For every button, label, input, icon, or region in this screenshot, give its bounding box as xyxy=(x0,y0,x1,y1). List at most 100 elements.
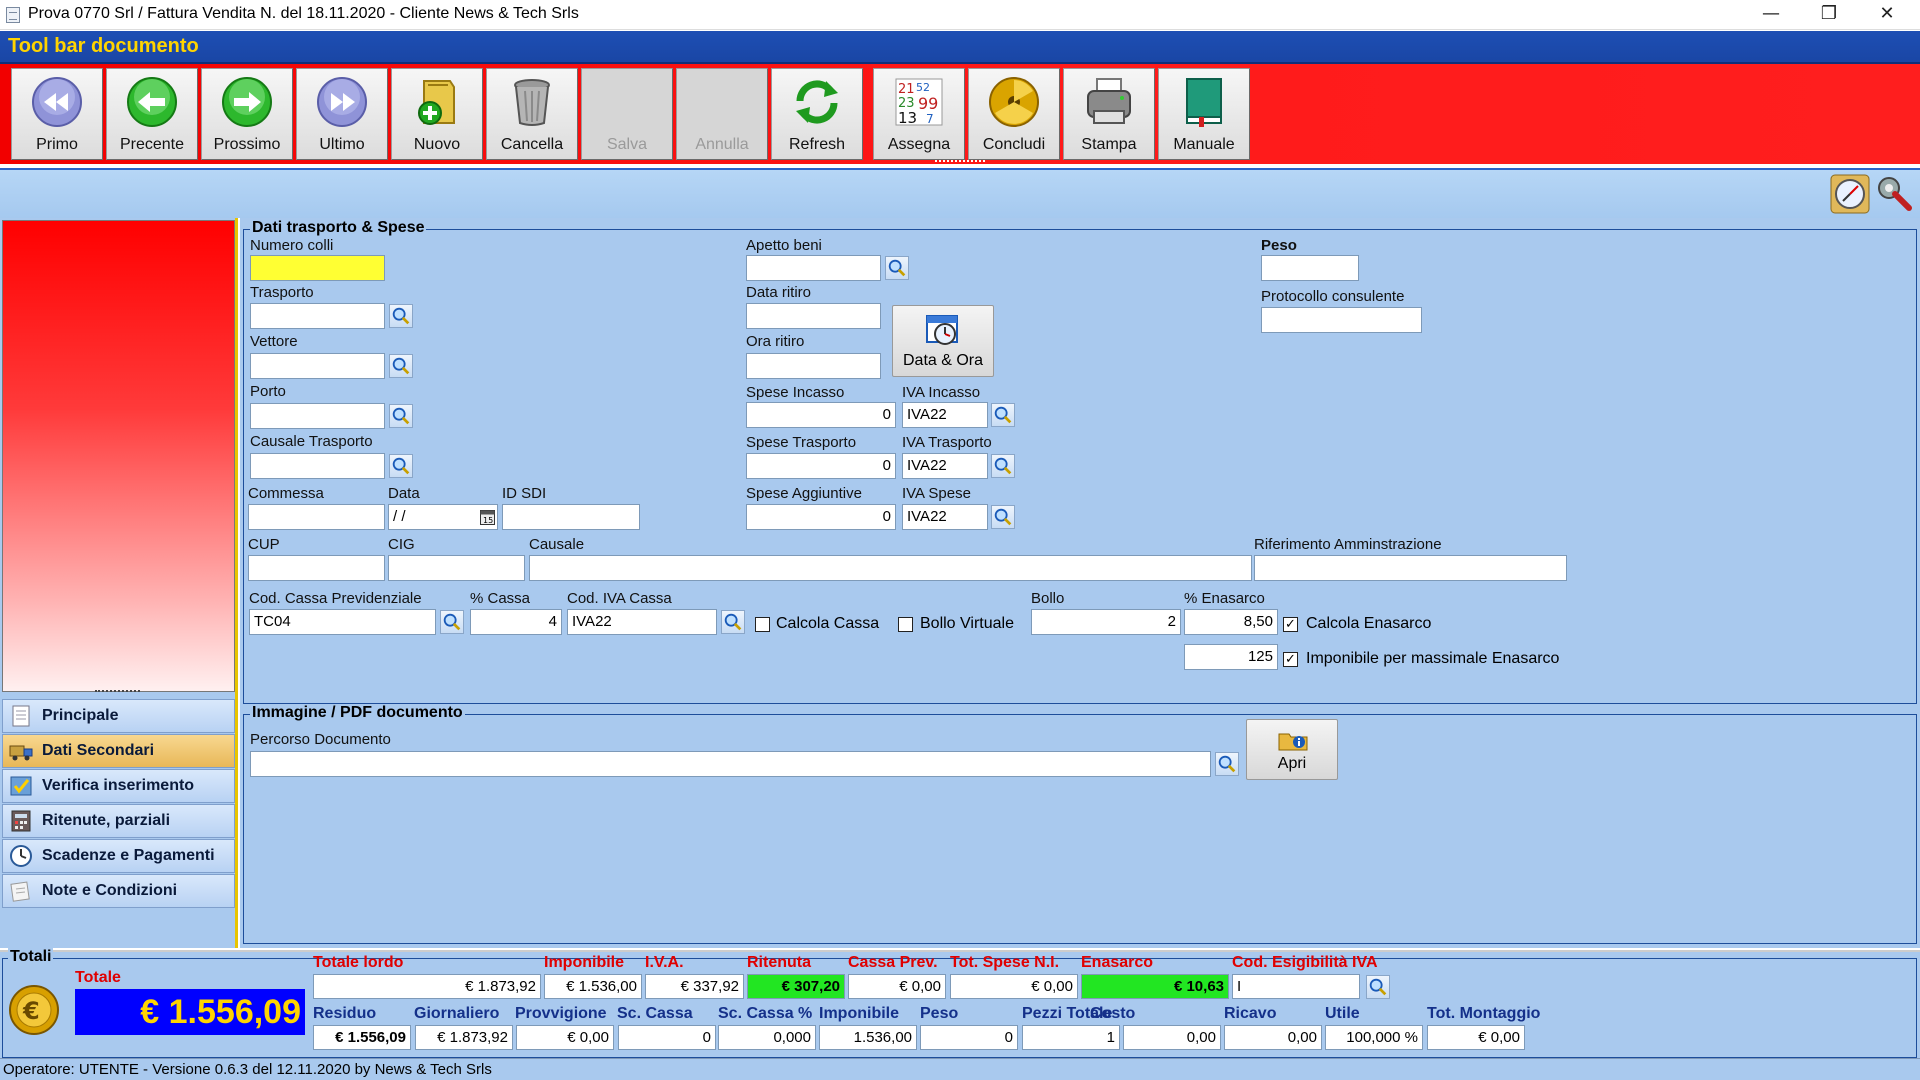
salva-button[interactable]: Salva xyxy=(581,68,673,160)
totals-value: € 0,00 xyxy=(848,974,946,999)
nav-item-note-condizioni[interactable]: Note e Condizioni xyxy=(2,874,235,908)
spese-trasporto-input[interactable]: 0 xyxy=(746,453,896,479)
assegna-button[interactable]: 21 52 23 99 13 7 Assegna xyxy=(873,68,965,160)
trasporto-search-icon[interactable] xyxy=(389,304,413,328)
nav-item-dati-secondari[interactable]: Dati Secondari xyxy=(2,734,235,768)
secondary-bar xyxy=(0,168,1920,218)
nav-item-principale[interactable]: Principale xyxy=(2,699,235,733)
toolbar-grip[interactable] xyxy=(935,160,985,166)
massimale-enasarco-input[interactable]: 125 xyxy=(1184,644,1278,670)
cod-iva-cassa-search-icon[interactable] xyxy=(721,610,745,634)
iva-spese-input[interactable]: IVA22 xyxy=(902,504,988,530)
apri-button[interactable]: Apri xyxy=(1246,719,1338,780)
trasporto-input[interactable] xyxy=(250,303,385,329)
totals-label: Giornaliero xyxy=(414,1005,500,1022)
causale-label: Causale xyxy=(529,536,585,553)
totals-label: Totale lordo xyxy=(313,954,404,971)
folder-info-icon xyxy=(1278,733,1308,751)
maximize-button[interactable]: ❐ xyxy=(1800,0,1858,30)
totals-label: Sc. Cassa % xyxy=(718,1005,813,1022)
causale-input[interactable] xyxy=(529,555,1252,581)
concludi-button[interactable]: Concludi xyxy=(968,68,1060,160)
perc-cassa-input[interactable]: 4 xyxy=(470,609,562,635)
iva-spese-search-icon[interactable] xyxy=(991,505,1015,529)
wrench-icon[interactable] xyxy=(1875,174,1915,214)
totals-label: Utile xyxy=(1325,1005,1360,1022)
causale-trasporto-input[interactable] xyxy=(250,453,385,479)
totals-value: € 337,92 xyxy=(645,974,744,999)
spese-incasso-input[interactable]: 0 xyxy=(746,402,896,428)
calcola-cassa-checkbox[interactable] xyxy=(755,617,770,632)
totals-label: Sc. Cassa xyxy=(617,1005,693,1022)
numero-colli-input[interactable] xyxy=(250,255,385,281)
annulla-button[interactable]: Annulla xyxy=(676,68,768,160)
prossimo-label: Prossimo xyxy=(213,136,281,153)
totals-value: 0 xyxy=(618,1025,716,1050)
data-ora-button[interactable]: Data & Ora xyxy=(892,305,994,377)
ora-ritiro-input[interactable] xyxy=(746,353,881,379)
conclude-icon xyxy=(989,77,1039,127)
apetto-beni-input[interactable] xyxy=(746,255,881,281)
nav-label: Dati Secondari xyxy=(42,742,155,759)
imponibile-massimale-checkbox[interactable]: ✓ xyxy=(1283,652,1298,667)
bollo-virtuale-checkbox[interactable] xyxy=(898,617,913,632)
cod-iva-cassa-input[interactable]: IVA22 xyxy=(567,609,717,635)
refresh-button[interactable]: Refresh xyxy=(771,68,863,160)
iva-trasporto-input[interactable]: IVA22 xyxy=(902,453,988,479)
esigibilita-search-icon[interactable] xyxy=(1366,975,1390,999)
close-button[interactable]: ✕ xyxy=(1858,0,1916,30)
totals-value[interactable]: I xyxy=(1232,974,1360,999)
compass-icon[interactable] xyxy=(1830,174,1870,214)
vettore-input[interactable] xyxy=(250,353,385,379)
numbers-icon: 21 5223 9913 7 xyxy=(895,78,943,127)
calendar-icon[interactable]: 15 xyxy=(480,510,495,525)
precente-button[interactable]: Precente xyxy=(106,68,198,160)
iva-trasporto-search-icon[interactable] xyxy=(991,454,1015,478)
porto-input[interactable] xyxy=(250,403,385,429)
cancella-button[interactable]: Cancella xyxy=(486,68,578,160)
nav-item-ritenute-parziali[interactable]: Ritenute, parziali xyxy=(2,804,235,838)
nuovo-button[interactable]: Nuovo xyxy=(391,68,483,160)
minimize-button[interactable]: — xyxy=(1742,0,1800,30)
transport-group-title: Dati trasporto & Spese xyxy=(250,219,427,237)
rif-amm-input[interactable] xyxy=(1254,555,1567,581)
iva-incasso-search-icon[interactable] xyxy=(991,403,1015,427)
nav-item-scadenze-pagamenti[interactable]: Scadenze e Pagamenti xyxy=(2,839,235,873)
primo-button[interactable]: Primo xyxy=(11,68,103,160)
id-sdi-input[interactable] xyxy=(502,504,640,530)
percorso-documento-search-icon[interactable] xyxy=(1215,752,1239,776)
causale-trasporto-search-icon[interactable] xyxy=(389,454,413,478)
perc-enasarco-input[interactable]: 8,50 xyxy=(1184,609,1278,635)
calcola-enasarco-checkbox[interactable]: ✓ xyxy=(1283,617,1298,632)
cup-input[interactable] xyxy=(248,555,385,581)
nav-label: Verifica inserimento xyxy=(42,777,195,794)
peso-input[interactable] xyxy=(1261,255,1359,281)
totals-label: Residuo xyxy=(313,1005,377,1022)
apetto-beni-search-icon[interactable] xyxy=(885,256,909,280)
stampa-button[interactable]: Stampa xyxy=(1063,68,1155,160)
calcola-cassa-label: Calcola Cassa xyxy=(776,615,880,632)
cod-cassa-search-icon[interactable] xyxy=(440,610,464,634)
percorso-documento-input[interactable] xyxy=(250,751,1211,777)
prossimo-button[interactable]: Prossimo xyxy=(201,68,293,160)
protocollo-input[interactable] xyxy=(1261,307,1422,333)
perc-enasarco-label: % Enasarco xyxy=(1184,590,1265,607)
image-pdf-group: Immagine / PDF documento xyxy=(243,704,1917,944)
calcola-enasarco-label: Calcola Enasarco xyxy=(1306,615,1432,632)
apri-label: Apri xyxy=(1277,755,1307,772)
cig-input[interactable] xyxy=(388,555,525,581)
vettore-search-icon[interactable] xyxy=(389,354,413,378)
ultimo-button[interactable]: Ultimo xyxy=(296,68,388,160)
cod-cassa-input[interactable]: TC04 xyxy=(249,609,436,635)
bollo-input[interactable]: 2 xyxy=(1031,609,1181,635)
spese-aggiuntive-input[interactable]: 0 xyxy=(746,504,896,530)
book-icon xyxy=(1186,78,1222,127)
nav-item-verifica-inserimento[interactable]: Verifica inserimento xyxy=(2,769,235,803)
left-splitter-grip[interactable] xyxy=(95,690,140,694)
porto-search-icon[interactable] xyxy=(389,404,413,428)
iva-incasso-input[interactable]: IVA22 xyxy=(902,402,988,428)
commessa-input[interactable] xyxy=(248,504,385,530)
manuale-button[interactable]: Manuale xyxy=(1158,68,1250,160)
data-ritiro-input[interactable] xyxy=(746,303,881,329)
ora-ritiro-label: Ora ritiro xyxy=(746,333,805,350)
